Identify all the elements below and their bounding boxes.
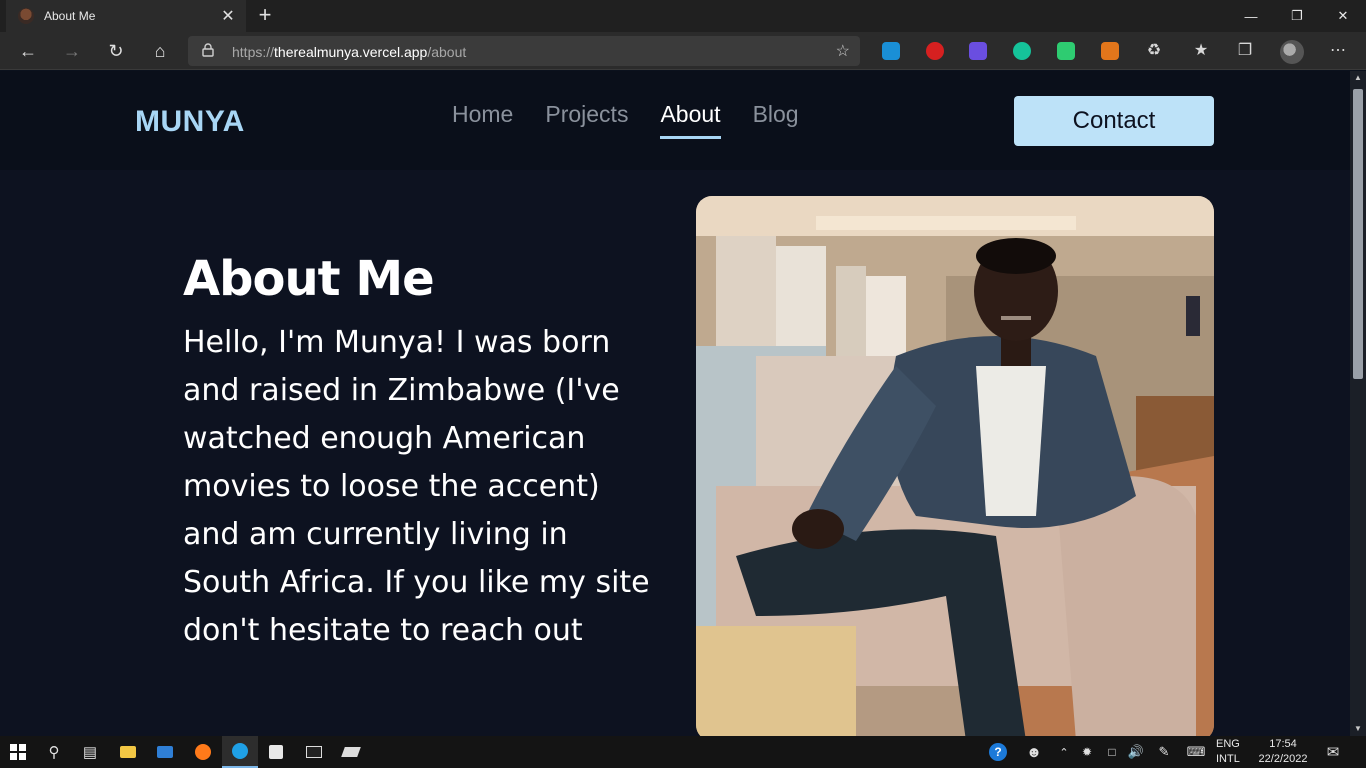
network-icon[interactable]: □ [1100,736,1124,768]
scroll-down-icon[interactable]: ▼ [1350,722,1366,736]
help-icon[interactable]: ? [984,736,1012,768]
adblock-extension-icon[interactable] [926,42,944,60]
address-bar[interactable]: https://therealmunya.vercel.app/about ☆ [188,36,860,66]
tab-close-icon[interactable]: ✕ [216,6,240,26]
people-icon[interactable]: ☻ [1020,736,1048,768]
web-page: MUNYA Home Projects About Blog Contact A… [0,71,1350,736]
scroll-thumb[interactable] [1353,89,1363,379]
nav-blog[interactable]: Blog [753,101,799,139]
site-header: MUNYA Home Projects About Blog Contact [0,71,1350,170]
keyboard-icon[interactable]: ⌨ [1182,736,1210,768]
vertical-scrollbar[interactable]: ▲ ▼ [1350,71,1366,736]
windows-taskbar: ⚲ ▤ ? ☻ ⌃ ✹ □ 🔊 ✎ ⌨ ENG INTL 17:54 22/2/… [0,736,1366,768]
show-hidden-icons-icon[interactable]: ⌃ [1054,736,1074,768]
url-text[interactable]: https://therealmunya.vercel.app/about [232,44,466,60]
store-icon[interactable] [258,736,294,768]
favicon-icon [18,8,34,24]
nav-about[interactable]: About [660,101,721,139]
bluetooth-icon[interactable]: ✹ [1076,736,1098,768]
scroll-up-icon[interactable]: ▲ [1350,71,1366,85]
new-tab-button[interactable]: + [252,3,278,29]
edge-icon[interactable] [222,736,258,768]
extension-icon[interactable] [969,42,987,60]
file-explorer-icon[interactable] [110,736,146,768]
favorites-icon[interactable]: ★ [1190,40,1212,62]
lock-icon[interactable] [202,43,214,57]
input-language[interactable]: ENG INTL [1216,737,1240,767]
search-icon[interactable]: ⚲ [36,736,72,768]
volume-icon[interactable]: 🔊 [1124,736,1148,768]
forward-icon[interactable]: → [58,38,86,64]
close-window-icon[interactable]: ✕ [1320,0,1366,32]
nav-projects[interactable]: Projects [545,101,628,139]
app-icon[interactable] [333,736,369,768]
extension-icon[interactable] [882,42,900,60]
site-logo[interactable]: MUNYA [135,105,245,139]
site-nav: Home Projects About Blog [452,101,799,139]
home-icon[interactable]: ⌂ [146,38,174,64]
windows-start-icon[interactable] [0,736,36,768]
refresh-icon[interactable]: ↻ [102,38,130,64]
browser-tab[interactable]: About Me ✕ [6,0,246,32]
firefox-icon[interactable] [185,736,221,768]
profile-photo [696,196,1214,736]
notifications-icon[interactable]: ✉ [1318,736,1348,768]
browser-tab-bar: About Me ✕ + — ❐ ✕ [0,0,1366,32]
task-view-icon[interactable]: ▤ [72,736,108,768]
contact-button[interactable]: Contact [1014,96,1214,146]
more-menu-icon[interactable]: ⋯ [1327,40,1349,62]
grammarly-extension-icon[interactable] [1013,42,1031,60]
extension-icon[interactable] [1057,42,1075,60]
nav-home[interactable]: Home [452,101,513,139]
extensions-puzzle-icon[interactable]: ♻ [1143,40,1165,62]
restore-icon[interactable]: ❐ [1274,0,1320,32]
browser-toolbar: ← → ↻ ⌂ https://therealmunya.vercel.app/… [0,32,1366,70]
collections-icon[interactable]: ❐ [1234,40,1256,62]
profile-avatar[interactable] [1280,40,1304,64]
add-favorite-icon[interactable]: ☆ [836,41,850,61]
terminal-icon[interactable] [296,736,332,768]
system-clock[interactable]: 17:54 22/2/2022 [1252,737,1314,767]
about-paragraph: Hello, I'm Munya! I was born and raised … [183,325,650,648]
back-icon[interactable]: ← [14,38,42,64]
pen-icon[interactable]: ✎ [1152,736,1176,768]
mail-icon[interactable] [147,736,183,768]
minimize-icon[interactable]: — [1228,0,1274,32]
page-title: About Me [183,251,435,307]
metamask-extension-icon[interactable] [1101,42,1119,60]
window-controls: — ❐ ✕ [1228,0,1366,32]
tab-title: About Me [44,9,96,23]
